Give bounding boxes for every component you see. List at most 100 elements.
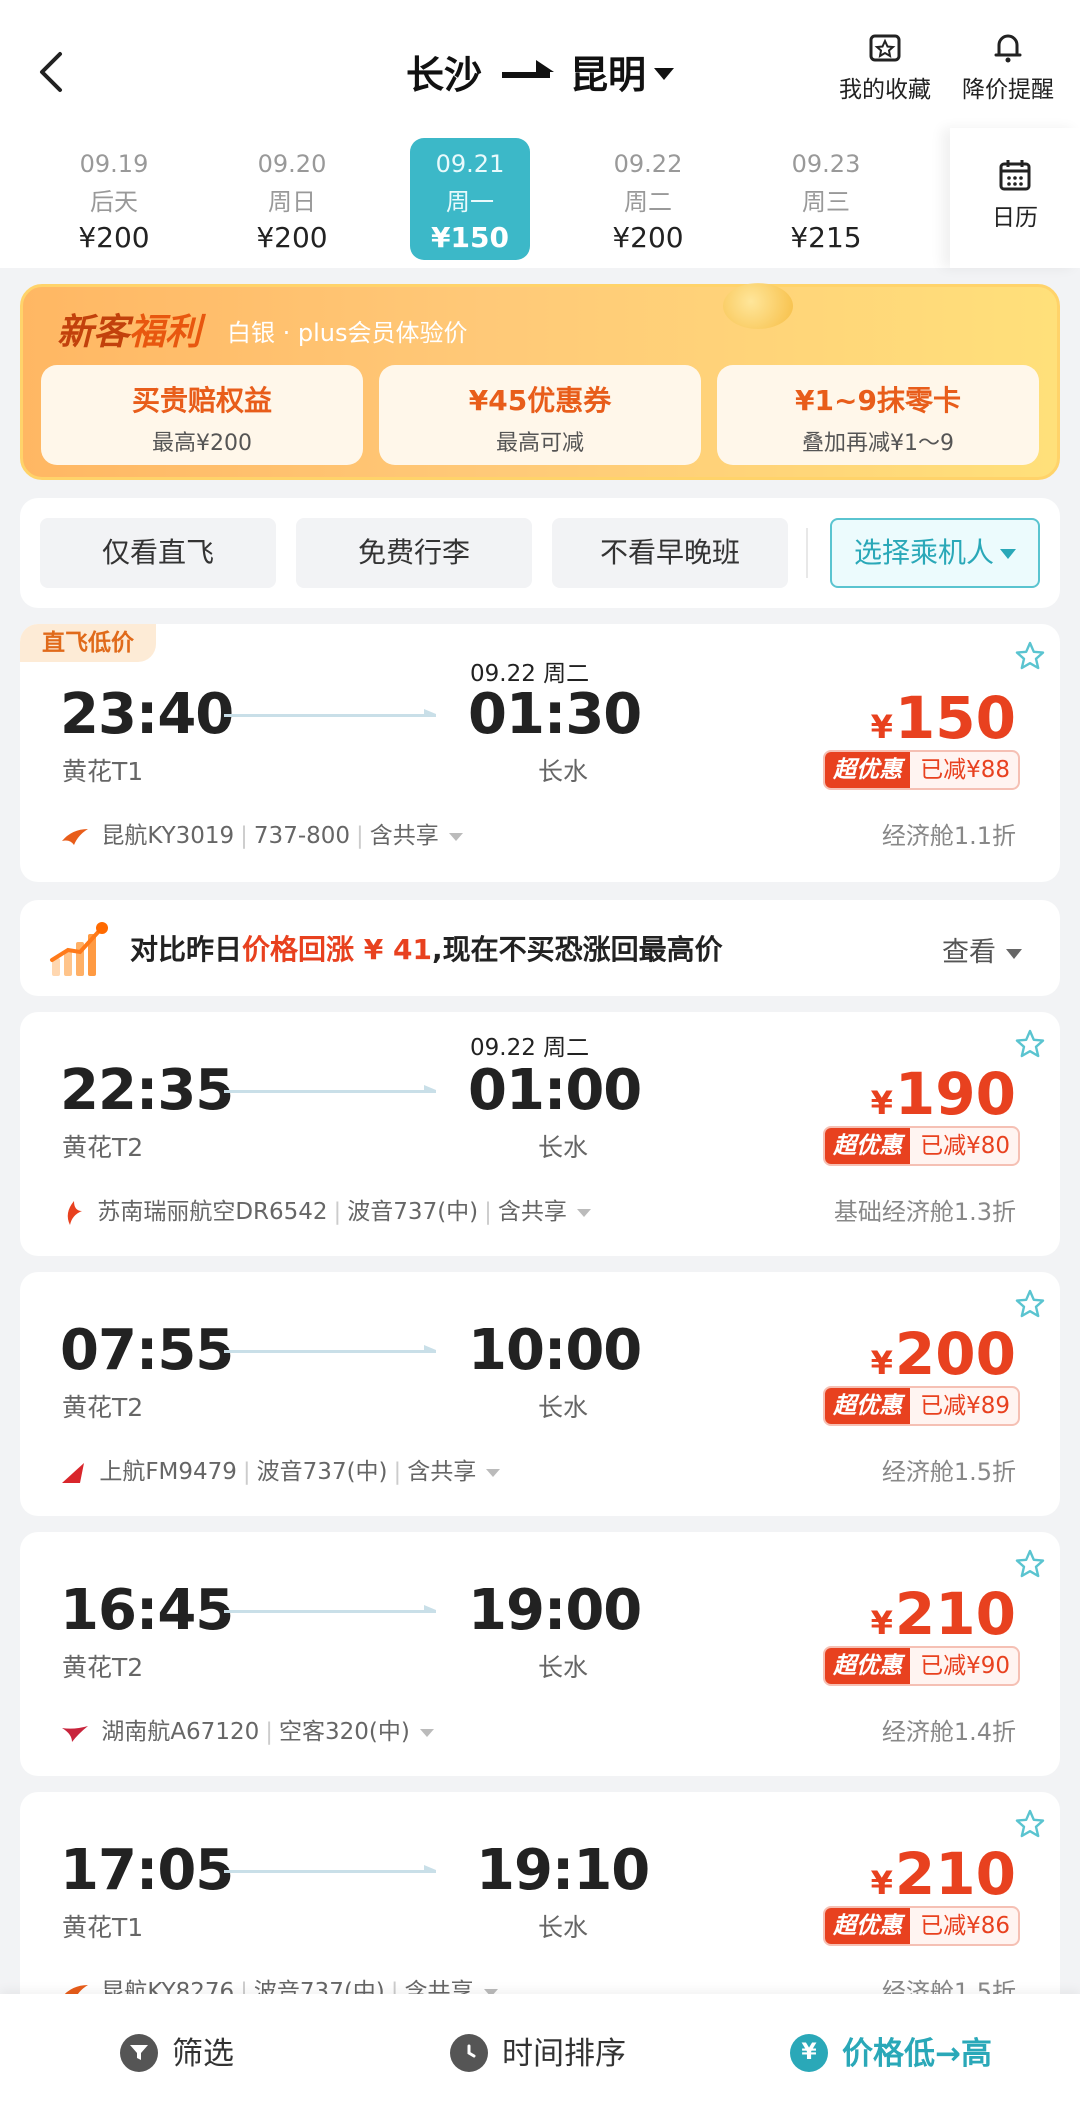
flight-info: 昆航KY3019 | 737-800 | 含共享 bbox=[60, 816, 463, 850]
price-value: 210 bbox=[894, 1840, 1016, 1908]
passenger-label: 选择乘机人 bbox=[853, 536, 994, 569]
flight-card[interactable]: 09.22 周二 22:35 01:00 黄花T2 长水 ¥190 超优惠 已减¥… bbox=[20, 1012, 1060, 1256]
star-icon[interactable] bbox=[1014, 1288, 1046, 1320]
discount-badge: 超优惠 已减¥90 bbox=[823, 1646, 1020, 1686]
new-user-promo-banner[interactable]: 新客福利 白银 · plus会员体验价 买贵赔权益 最高¥200 ¥45优惠券 … bbox=[20, 283, 1060, 480]
currency-symbol: ¥ bbox=[870, 708, 893, 746]
price-value: 200 bbox=[894, 1320, 1016, 1388]
date-label: 09.20 bbox=[257, 150, 327, 178]
flight-search-page: 长沙 昆明 我的收藏 降价提醒 09.19 后天 ¥200 09.20 周日 ¥2… bbox=[0, 0, 1080, 2104]
date-item-0921-selected[interactable]: 09.21 周一 ¥150 bbox=[410, 138, 530, 260]
time-sort-button[interactable]: 时间排序 bbox=[450, 2028, 626, 2075]
route-line bbox=[224, 709, 436, 717]
flight-card[interactable]: 16:45 19:00 黄花T2 长水 ¥210 超优惠 已减¥90 湖南航A67… bbox=[20, 1532, 1060, 1776]
cabin-discount: 经济舱1.5折 bbox=[881, 1458, 1016, 1486]
flight-price: ¥150 bbox=[871, 684, 1016, 752]
airline-flight-no: 昆航KY3019 bbox=[101, 823, 235, 849]
badge-reduced: 已减¥80 bbox=[920, 1133, 1010, 1159]
price-rise-banner[interactable]: 对比昨日价格回涨 ¥ 41,现在不买恐涨回最高价 查看 bbox=[20, 900, 1060, 996]
discount-badge: 超优惠 已减¥80 bbox=[823, 1126, 1020, 1166]
flight-info: 苏南瑞丽航空DR6542 | 波音737(中) | 含共享 bbox=[60, 1192, 591, 1227]
direct-low-price-tag: 直飞低价 bbox=[20, 624, 156, 662]
price-sort-button[interactable]: ¥ 价格低→高 bbox=[790, 2028, 992, 2075]
perk-coupon[interactable]: ¥45优惠券 最高可减 bbox=[379, 365, 701, 465]
chevron-down-icon[interactable] bbox=[419, 1728, 434, 1737]
star-icon[interactable] bbox=[1014, 1548, 1046, 1580]
filter-divider bbox=[806, 528, 808, 578]
filter-direct-only[interactable]: 仅看直飞 bbox=[40, 518, 276, 588]
date-label: 09.22 bbox=[613, 150, 683, 178]
perk-price-guarantee[interactable]: 买贵赔权益 最高¥200 bbox=[41, 365, 363, 465]
date-price: ¥150 bbox=[431, 221, 509, 254]
route-line bbox=[224, 1085, 436, 1093]
calendar-button[interactable]: 日历 bbox=[950, 128, 1080, 268]
trend-up-icon bbox=[50, 922, 108, 976]
promo-title-welfare: 福利 bbox=[129, 312, 202, 353]
flight-card[interactable]: 07:55 10:00 黄花T2 长水 ¥200 超优惠 已减¥89 上航FM94… bbox=[20, 1272, 1060, 1516]
date-price: ¥200 bbox=[256, 221, 328, 254]
flight-info: 上航FM9479 | 波音737(中) | 含共享 bbox=[60, 1452, 501, 1486]
select-passenger-button[interactable]: 选择乘机人 bbox=[830, 518, 1040, 588]
arrival-time: 01:00 bbox=[468, 1058, 642, 1123]
chevron-down-icon[interactable] bbox=[486, 1468, 501, 1477]
perk-rounding-card[interactable]: ¥1~9抹零卡 叠加再减¥1～9 bbox=[717, 365, 1039, 465]
codeshare-label: 含共享 bbox=[369, 823, 439, 849]
filter-no-red-eye[interactable]: 不看早晚班 bbox=[552, 518, 788, 588]
chevron-down-icon[interactable] bbox=[576, 1208, 591, 1217]
departure-airport: 黄花T2 bbox=[62, 1393, 144, 1422]
arrival-airport: 长水 bbox=[538, 1133, 589, 1162]
date-item-0919[interactable]: 09.19 后天 ¥200 bbox=[54, 138, 174, 260]
date-item-0923[interactable]: 09.23 周三 ¥215 bbox=[766, 138, 886, 260]
route-line bbox=[224, 1605, 436, 1613]
arrival-airport: 长水 bbox=[538, 1913, 589, 1942]
badge-super-deal: 超优惠 bbox=[825, 1388, 911, 1424]
badge-reduced: 已减¥89 bbox=[920, 1393, 1010, 1419]
flight-card[interactable]: 直飞低价 09.22 周二 23:40 01:30 黄花T1 长水 ¥150 超… bbox=[20, 624, 1060, 882]
airline-logo-icon bbox=[62, 828, 88, 845]
perk-subtitle: 叠加再减¥1～9 bbox=[802, 431, 954, 456]
star-icon[interactable] bbox=[1014, 1808, 1046, 1840]
star-icon[interactable] bbox=[1014, 1028, 1046, 1060]
badge-super-deal: 超优惠 bbox=[825, 1128, 911, 1164]
rise-prefix: 对比昨日 bbox=[130, 933, 243, 966]
weekday-label: 周二 bbox=[624, 188, 672, 216]
arrival-time: 01:30 bbox=[468, 682, 642, 747]
time-sort-label: 时间排序 bbox=[502, 2036, 626, 2072]
route-arrow-icon bbox=[502, 59, 554, 78]
arrival-airport: 长水 bbox=[538, 757, 589, 786]
departure-time: 17:05 bbox=[60, 1838, 234, 1903]
badge-super-deal: 超优惠 bbox=[825, 1908, 911, 1944]
currency-symbol: ¥ bbox=[870, 1084, 893, 1122]
badge-super-deal: 超优惠 bbox=[825, 752, 911, 788]
codeshare-label: 含共享 bbox=[407, 1459, 477, 1485]
filter-free-baggage[interactable]: 免费行李 bbox=[296, 518, 532, 588]
departure-airport: 黄花T1 bbox=[62, 1913, 144, 1942]
cabin-discount: 经济舱1.4折 bbox=[881, 1718, 1016, 1746]
price-alert-button[interactable]: 降价提醒 bbox=[952, 30, 1064, 104]
date-label: 09.21 bbox=[435, 150, 505, 178]
rise-highlight: 价格回涨 ¥ 41 bbox=[242, 933, 432, 966]
date-item-0920[interactable]: 09.20 周日 ¥200 bbox=[232, 138, 352, 260]
badge-reduced: 已减¥88 bbox=[920, 757, 1010, 783]
date-item-0922[interactable]: 09.22 周二 ¥200 bbox=[588, 138, 708, 260]
badge-super-deal: 超优惠 bbox=[825, 1648, 911, 1684]
view-button[interactable]: 查看 bbox=[942, 930, 1022, 969]
badge-reduced: 已减¥90 bbox=[920, 1653, 1010, 1679]
airline-flight-no: 苏南瑞丽航空DR6542 bbox=[97, 1199, 328, 1225]
star-icon[interactable] bbox=[1014, 640, 1046, 672]
favorites-button[interactable]: 我的收藏 bbox=[832, 30, 938, 104]
airline-logo-icon bbox=[62, 1462, 84, 1483]
route-line bbox=[224, 1345, 436, 1353]
aircraft-type: 空客320(中) bbox=[278, 1719, 410, 1745]
arrival-date: 09.22 周二 bbox=[470, 1035, 590, 1061]
perk-title: ¥1~9抹零卡 bbox=[795, 384, 961, 417]
date-label: 09.23 bbox=[791, 150, 861, 178]
perk-title: 买贵赔权益 bbox=[131, 384, 272, 417]
airline-logo-icon bbox=[67, 1200, 82, 1225]
date-price: ¥200 bbox=[612, 221, 684, 254]
chevron-down-icon[interactable] bbox=[448, 832, 463, 841]
price-value: 150 bbox=[894, 684, 1016, 752]
filter-button[interactable]: 筛选 bbox=[120, 2028, 234, 2075]
top-header: 长沙 昆明 我的收藏 降价提醒 bbox=[0, 0, 1080, 128]
price-sort-label: 价格低→高 bbox=[842, 2036, 992, 2072]
